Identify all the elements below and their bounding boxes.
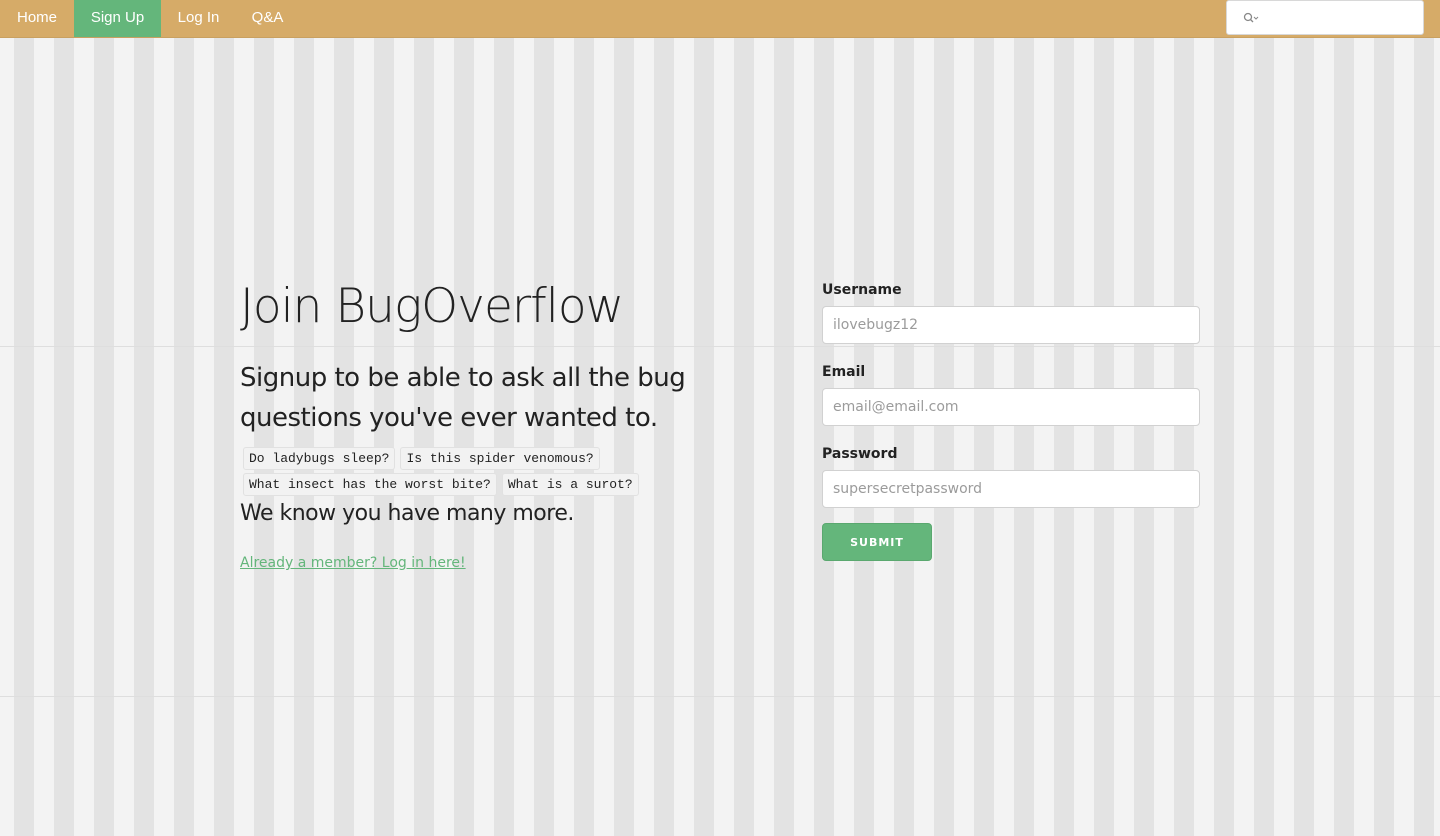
username-field[interactable] [822,306,1200,344]
more-text: We know you have many more. [240,501,574,526]
nav-item-signup[interactable]: Sign Up [74,0,161,37]
intro-section: Join BugOverflow Signup to be able to as… [240,270,780,571]
search-icon[interactable] [1243,12,1259,24]
example-question-tag: What insect has the worst bite? [243,473,497,496]
username-label: Username [822,282,902,298]
example-question-tag: Is this spider venomous? [400,447,600,470]
example-questions: Do ladybugs sleep? Is this spider venomou… [240,447,720,499]
example-question-tag: What is a surot? [501,473,639,496]
password-label: Password [822,446,898,462]
nav-item-home[interactable]: Home [0,0,74,37]
top-navbar: Home Sign Up Log In Q&A [0,0,1440,38]
email-label: Email [822,364,866,380]
page-title: Join BugOverflow [240,279,624,334]
password-field[interactable] [822,470,1200,508]
nav-item-qa[interactable]: Q&A [236,0,299,37]
login-link[interactable]: Already a member? Log in here! [240,555,466,571]
signup-form: Username Email Password SUBMIT [822,280,1200,561]
example-question-tag: Do ladybugs sleep? [243,447,396,470]
background-line [0,696,1440,697]
search-input[interactable] [1226,0,1424,35]
page-subtitle: Signup to be able to ask all the bug que… [240,363,686,433]
submit-button[interactable]: SUBMIT [822,523,932,561]
nav-item-login[interactable]: Log In [161,0,236,37]
email-field[interactable] [822,388,1200,426]
